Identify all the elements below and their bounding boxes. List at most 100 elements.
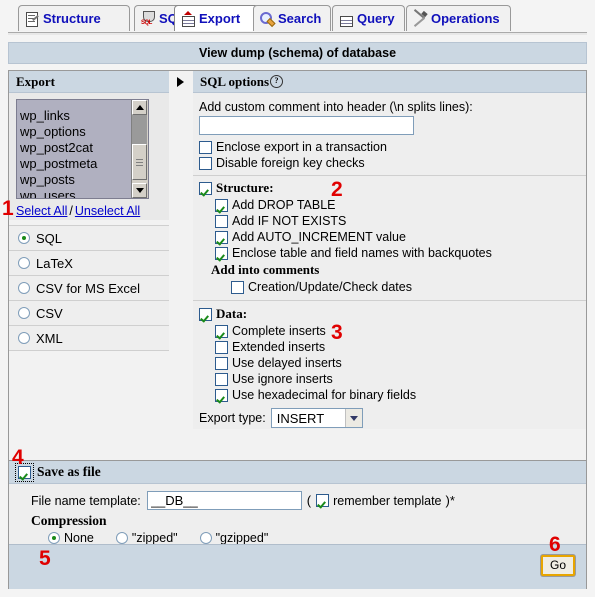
extended-inserts-checkbox[interactable] bbox=[215, 340, 228, 354]
radio-compression-zipped[interactable] bbox=[115, 532, 128, 544]
data-checkbox[interactable] bbox=[199, 307, 212, 321]
annotation-6: 6 bbox=[549, 533, 561, 556]
scrollbar-track[interactable] bbox=[132, 115, 147, 144]
add-if-not-exists-row[interactable]: Add IF NOT EXISTS bbox=[193, 213, 586, 229]
list-item[interactable]: wp_linkcategories bbox=[17, 99, 148, 100]
enclose-backquotes-label: Enclose table and field names with backq… bbox=[232, 246, 492, 260]
delayed-inserts-row[interactable]: Use delayed inserts bbox=[193, 355, 586, 371]
select-all-link[interactable]: Select All bbox=[16, 204, 67, 218]
query-icon bbox=[338, 11, 354, 27]
scroll-up-button[interactable] bbox=[132, 100, 147, 115]
remember-template-checkbox[interactable] bbox=[316, 494, 330, 507]
tab-query-label: Query bbox=[357, 11, 395, 26]
custom-comment-input[interactable] bbox=[199, 116, 414, 135]
complete-inserts-row[interactable]: Complete inserts bbox=[193, 323, 586, 339]
panel-separator bbox=[169, 71, 193, 460]
format-option-csv[interactable]: CSV bbox=[9, 301, 169, 326]
format-option-sql[interactable]: SQL bbox=[9, 226, 169, 251]
list-item[interactable]: wp_postmeta bbox=[17, 156, 148, 172]
structure-label: Structure: bbox=[216, 180, 274, 195]
tab-bar: Structure SQL SQL Export Search Query Op… bbox=[0, 0, 595, 35]
export-form: Export wp_linkcategories wp_links wp_opt… bbox=[8, 70, 587, 589]
disable-fk-checkbox[interactable] bbox=[199, 156, 212, 170]
structure-row[interactable]: Structure: bbox=[193, 179, 586, 197]
tab-query[interactable]: Query bbox=[332, 5, 405, 31]
export-type-select[interactable]: INSERT bbox=[270, 408, 363, 428]
custom-comment-label: Add custom comment into header (\n split… bbox=[199, 100, 473, 114]
add-if-not-exists-checkbox[interactable] bbox=[215, 214, 228, 228]
add-drop-table-checkbox[interactable] bbox=[215, 198, 228, 212]
file-name-row: File name template: ( remember template … bbox=[31, 491, 586, 510]
tab-search-label: Search bbox=[278, 11, 322, 26]
radio-xml[interactable] bbox=[18, 332, 30, 344]
structure-checkbox[interactable] bbox=[199, 181, 212, 195]
add-auto-increment-checkbox[interactable] bbox=[215, 230, 228, 244]
tab-structure[interactable]: Structure bbox=[18, 5, 130, 31]
disable-fk-row[interactable]: Disable foreign key checks bbox=[193, 155, 586, 171]
radio-csv-excel[interactable] bbox=[18, 282, 30, 294]
delayed-inserts-checkbox[interactable] bbox=[215, 356, 228, 370]
hexadecimal-binary-label: Use hexadecimal for binary fields bbox=[232, 388, 417, 402]
scrollbar-thumb[interactable] bbox=[132, 144, 147, 180]
go-button[interactable]: Go bbox=[540, 555, 575, 576]
enclose-backquotes-checkbox[interactable] bbox=[215, 246, 228, 260]
export-icon bbox=[180, 10, 196, 27]
compression-label-zipped: "zipped" bbox=[131, 531, 178, 545]
list-item[interactable]: wp_links bbox=[17, 108, 148, 124]
compression-option-zipped[interactable]: "zipped" bbox=[115, 531, 178, 545]
format-option-csv-excel[interactable]: CSV for MS Excel bbox=[9, 276, 169, 301]
extended-inserts-row[interactable]: Extended inserts bbox=[193, 339, 586, 355]
creation-dates-label: Creation/Update/Check dates bbox=[248, 280, 412, 294]
radio-csv[interactable] bbox=[18, 307, 30, 319]
format-label-csv-excel: CSV for MS Excel bbox=[36, 280, 141, 296]
compression-option-gzipped[interactable]: "gzipped" bbox=[199, 531, 268, 545]
export-panel-header: Export bbox=[9, 71, 169, 93]
tab-search[interactable]: Search bbox=[253, 5, 331, 31]
ignore-inserts-row[interactable]: Use ignore inserts bbox=[193, 371, 586, 387]
help-icon[interactable]: ? bbox=[270, 75, 284, 88]
radio-sql[interactable] bbox=[18, 232, 30, 244]
hexadecimal-binary-row[interactable]: Use hexadecimal for binary fields bbox=[193, 387, 586, 403]
list-item[interactable]: wp_post2cat bbox=[17, 140, 148, 156]
enclose-transaction-row[interactable]: Enclose export in a transaction bbox=[193, 139, 586, 155]
file-name-input[interactable] bbox=[146, 491, 302, 510]
list-item[interactable]: wp_posts bbox=[17, 172, 148, 188]
chevron-down-icon[interactable] bbox=[344, 409, 362, 427]
sql-options-header: SQL options? bbox=[193, 71, 586, 93]
tab-operations[interactable]: Operations bbox=[406, 5, 511, 31]
open-paren: ( bbox=[306, 493, 312, 508]
save-as-file-header[interactable]: Save as file bbox=[9, 460, 586, 484]
add-drop-table-row[interactable]: Add DROP TABLE bbox=[193, 197, 586, 213]
radio-compression-gzipped[interactable] bbox=[199, 532, 212, 544]
divider-structure bbox=[193, 175, 586, 176]
tab-structure-label: Structure bbox=[43, 11, 101, 26]
format-option-xml[interactable]: XML bbox=[9, 326, 169, 351]
divider-data bbox=[193, 300, 586, 301]
data-label: Data: bbox=[216, 306, 248, 321]
complete-inserts-checkbox[interactable] bbox=[215, 324, 228, 338]
format-option-latex[interactable]: LaTeX bbox=[9, 251, 169, 276]
table-list-scrollbar[interactable] bbox=[131, 100, 148, 198]
scroll-down-button[interactable] bbox=[132, 183, 147, 198]
hexadecimal-binary-checkbox[interactable] bbox=[215, 388, 228, 402]
unselect-all-link[interactable]: Unselect All bbox=[75, 204, 140, 218]
enclose-backquotes-row[interactable]: Enclose table and field names with backq… bbox=[193, 245, 586, 261]
remember-template-label: remember template bbox=[333, 493, 442, 508]
save-as-file-label: Save as file bbox=[37, 464, 101, 479]
compression-option-none[interactable]: None bbox=[48, 531, 94, 545]
tab-operations-label: Operations bbox=[431, 11, 500, 26]
add-if-not-exists-label: Add IF NOT EXISTS bbox=[232, 214, 347, 228]
creation-dates-checkbox[interactable] bbox=[231, 280, 244, 294]
table-list[interactable]: wp_linkcategories wp_links wp_options wp… bbox=[16, 99, 149, 199]
list-item[interactable]: wp_users bbox=[17, 188, 148, 198]
creation-dates-row[interactable]: Creation/Update/Check dates bbox=[193, 279, 586, 295]
ignore-inserts-checkbox[interactable] bbox=[215, 372, 228, 386]
enclose-transaction-checkbox[interactable] bbox=[199, 140, 212, 154]
radio-latex[interactable] bbox=[18, 257, 30, 269]
format-label-sql: SQL bbox=[36, 230, 63, 246]
radio-compression-none[interactable] bbox=[48, 532, 60, 544]
add-auto-increment-row[interactable]: Add AUTO_INCREMENT value bbox=[193, 229, 586, 245]
data-row[interactable]: Data: bbox=[193, 305, 586, 323]
tab-export[interactable]: Export bbox=[174, 5, 259, 31]
list-item[interactable]: wp_options bbox=[17, 124, 148, 140]
